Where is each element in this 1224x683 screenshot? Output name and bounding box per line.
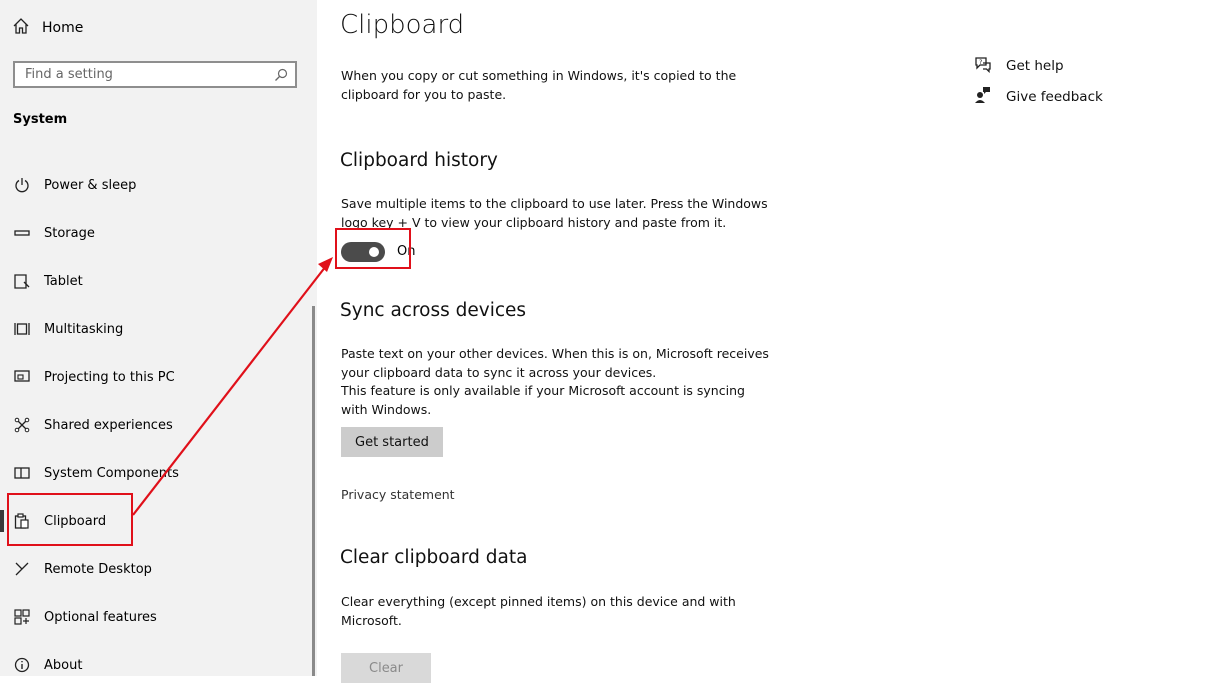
sidebar-item-clipboard[interactable]: Clipboard (13, 510, 106, 532)
power-icon (13, 176, 31, 194)
about-icon (13, 656, 31, 674)
page-title: Clipboard (340, 10, 465, 40)
sidebar-item-system-components[interactable]: System Components (13, 462, 179, 484)
home-icon (12, 17, 30, 39)
sync-description: Paste text on your other devices. When t… (341, 346, 769, 380)
system-components-icon (13, 464, 31, 482)
svg-text:?: ? (979, 58, 982, 66)
get-started-button[interactable]: Get started (341, 427, 443, 457)
sidebar-item-label: Projecting to this PC (44, 369, 175, 385)
multitasking-icon (13, 320, 31, 338)
get-help-link[interactable]: ? Get help (974, 56, 1064, 76)
sidebar-item-remote-desktop[interactable]: Remote Desktop (13, 558, 152, 580)
search-icon[interactable] (271, 68, 291, 82)
section-title: System (13, 112, 68, 127)
sidebar-item-label: Shared experiences (44, 417, 173, 433)
tablet-icon (13, 272, 31, 290)
sync-heading: Sync across devices (340, 300, 527, 321)
sidebar-item-storage[interactable]: Storage (13, 222, 95, 244)
remote-desktop-icon (13, 560, 31, 578)
home-label: Home (42, 20, 84, 36)
toggle-state-label: On (397, 244, 416, 259)
clear-button[interactable]: Clear (341, 653, 431, 683)
clipboard-history-toggle[interactable] (341, 242, 385, 262)
intro-text: When you copy or cut something in Window… (341, 68, 737, 102)
sidebar-item-label: About (44, 657, 83, 673)
clipboard-icon (13, 512, 31, 530)
storage-icon (13, 224, 31, 242)
search-box (13, 61, 297, 88)
sidebar-item-multitasking[interactable]: Multitasking (13, 318, 123, 340)
toggle-knob (369, 247, 379, 257)
give-feedback-label: Give feedback (1006, 89, 1103, 105)
selected-indicator (0, 510, 4, 532)
sidebar-item-label: Power & sleep (44, 177, 137, 193)
get-help-label: Get help (1006, 58, 1064, 74)
clear-heading: Clear clipboard data (340, 547, 528, 568)
sidebar-item-label: Clipboard (44, 513, 107, 529)
optional-features-icon (13, 608, 31, 626)
projecting-icon (13, 368, 31, 386)
clipboard-history-description: Save multiple items to the clipboard to … (341, 196, 768, 230)
home-nav-item[interactable]: Home (12, 17, 83, 39)
sync-note: This feature is only available if your M… (341, 383, 745, 417)
sidebar-item-label: Tablet (44, 273, 83, 289)
privacy-statement-link[interactable]: Privacy statement (341, 487, 455, 502)
feedback-person-icon (974, 86, 992, 108)
sidebar-item-power-sleep[interactable]: Power & sleep (13, 174, 136, 196)
sidebar-item-about[interactable]: About (13, 654, 82, 676)
sidebar-scrollbar[interactable] (312, 306, 315, 676)
shared-experiences-icon (13, 416, 31, 434)
sidebar-item-label: System Components (44, 465, 179, 481)
clear-description: Clear everything (except pinned items) o… (341, 594, 736, 628)
sidebar-item-optional-features[interactable]: Optional features (13, 606, 157, 628)
search-input[interactable] (15, 63, 271, 86)
sidebar-item-label: Storage (44, 225, 95, 241)
sidebar-item-shared-experiences[interactable]: Shared experiences (13, 414, 173, 436)
clipboard-history-heading: Clipboard history (340, 150, 498, 171)
sidebar-item-projecting[interactable]: Projecting to this PC (13, 366, 175, 388)
give-feedback-link[interactable]: Give feedback (974, 87, 1103, 107)
sidebar-item-tablet[interactable]: Tablet (13, 270, 83, 292)
sidebar-item-label: Optional features (44, 609, 157, 625)
help-chat-icon: ? (974, 55, 992, 77)
sidebar-item-label: Remote Desktop (44, 561, 152, 577)
sidebar-item-label: Multitasking (44, 321, 124, 337)
